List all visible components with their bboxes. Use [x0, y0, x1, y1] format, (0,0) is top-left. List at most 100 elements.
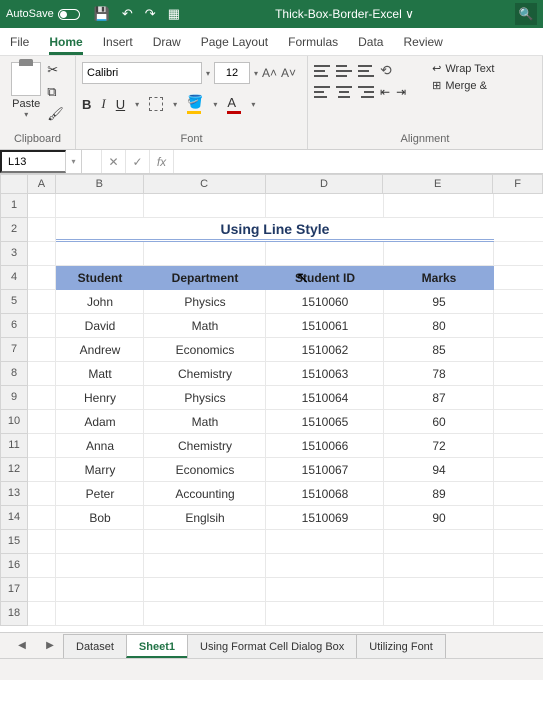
name-box[interactable] — [0, 150, 66, 173]
tab-formulas[interactable]: Formulas — [288, 31, 338, 55]
tab-review[interactable]: Review — [403, 31, 442, 55]
orientation-icon[interactable]: ⟲ — [380, 62, 392, 79]
tab-insert[interactable]: Insert — [103, 31, 133, 55]
cancel-formula-button[interactable]: ✕ — [102, 150, 126, 173]
align-right-icon[interactable] — [358, 86, 374, 98]
table-row[interactable]: BobEnglsih151006990 — [56, 506, 494, 530]
align-middle-icon[interactable] — [336, 65, 352, 77]
increase-indent-icon[interactable]: ⇥ — [396, 85, 406, 99]
chevron-down-icon[interactable]: ▾ — [206, 69, 210, 78]
sheet-tab-dataset[interactable]: Dataset — [63, 634, 127, 658]
align-bottom-icon[interactable] — [358, 65, 374, 77]
font-size-input[interactable] — [214, 62, 250, 84]
col-header-d[interactable]: D — [266, 174, 384, 194]
col-header-e[interactable]: E — [383, 174, 493, 194]
fx-button[interactable]: fx — [150, 150, 174, 173]
cells-area[interactable]: /* rows rendered below via template rows… — [28, 194, 543, 626]
increase-font-icon[interactable]: A˄ — [262, 66, 277, 80]
sheet-nav-next[interactable]: ▶ — [36, 634, 64, 658]
row-header[interactable]: 8 — [0, 362, 28, 386]
sheet-title[interactable]: Using Line Style — [56, 218, 494, 242]
row-header[interactable]: 9 — [0, 386, 28, 410]
row-header[interactable]: 10 — [0, 410, 28, 434]
col-header-b[interactable]: B — [56, 174, 144, 194]
decrease-indent-icon[interactable]: ⇤ — [380, 85, 390, 99]
format-painter-icon[interactable]: 🖌 — [47, 106, 64, 122]
sheet-nav-prev[interactable]: ◀ — [8, 634, 36, 658]
table-row[interactable]: PeterAccounting151006889 — [56, 482, 494, 506]
wrap-text-button[interactable]: ↩Wrap Text — [432, 62, 494, 75]
table-row[interactable]: DavidMath151006180 — [56, 314, 494, 338]
name-box-dropdown[interactable]: ▾ — [66, 150, 82, 173]
tab-page-layout[interactable]: Page Layout — [201, 31, 268, 55]
align-center-icon[interactable] — [336, 86, 352, 98]
sheet-tab-utilizing-font[interactable]: Utilizing Font — [356, 634, 446, 658]
borders-icon[interactable] — [149, 97, 163, 111]
cell-value: 1510066 — [266, 434, 384, 458]
tab-file[interactable]: File — [10, 31, 29, 55]
table-row[interactable]: HenryPhysics151006487 — [56, 386, 494, 410]
tab-data[interactable]: Data — [358, 31, 383, 55]
align-top-icon[interactable] — [314, 65, 330, 77]
paste-button[interactable]: Paste ▾ — [11, 62, 41, 119]
fill-color-icon[interactable]: 🪣 — [187, 94, 203, 114]
save-icon[interactable]: 💾 — [94, 6, 110, 22]
row-header[interactable]: 5 — [0, 290, 28, 314]
chevron-down-icon[interactable]: ▾ — [254, 69, 258, 78]
row-header[interactable]: 1 — [0, 194, 28, 218]
col-header-a[interactable]: A — [28, 174, 56, 194]
row-header[interactable]: 12 — [0, 458, 28, 482]
merge-button[interactable]: ⊞Merge & — [432, 79, 494, 92]
cut-icon[interactable]: ✂ — [47, 62, 64, 78]
row-header[interactable]: 6 — [0, 314, 28, 338]
table-row[interactable]: AdamMath151006560 — [56, 410, 494, 434]
align-left-icon[interactable] — [314, 86, 330, 98]
enter-formula-button[interactable]: ✓ — [126, 150, 150, 173]
font-name-input[interactable] — [82, 62, 202, 84]
row-header[interactable]: 7 — [0, 338, 28, 362]
table-row[interactable]: MattChemistry151006378 — [56, 362, 494, 386]
italic-button[interactable]: I — [101, 96, 105, 112]
tab-draw[interactable]: Draw — [153, 31, 181, 55]
chevron-down-icon[interactable]: ▾ — [251, 100, 255, 109]
autosave-toggle[interactable]: AutoSave — [6, 8, 80, 20]
bold-button[interactable]: B — [82, 97, 91, 112]
table-row[interactable]: AnnaChemistry151006672 — [56, 434, 494, 458]
row-header[interactable]: 17 — [0, 578, 28, 602]
formula-input[interactable] — [174, 150, 543, 173]
undo-icon[interactable]: ↶ — [122, 6, 133, 22]
chevron-down-icon[interactable]: ▾ — [213, 100, 217, 109]
cell-value: 1510062 — [266, 338, 384, 362]
row-header[interactable]: 14 — [0, 506, 28, 530]
row-header[interactable]: 16 — [0, 554, 28, 578]
row-header[interactable]: 3 — [0, 242, 28, 266]
chevron-down-icon[interactable]: ▾ — [173, 100, 177, 109]
underline-button[interactable]: U — [116, 97, 125, 112]
font-color-icon[interactable]: A — [227, 95, 241, 114]
decrease-font-icon[interactable]: A˅ — [281, 66, 296, 80]
file-name[interactable]: Thick-Box-Border-Excel ∨ — [180, 7, 509, 21]
copy-icon[interactable]: ⧉ — [47, 84, 64, 100]
sheet-tab-format-dialog[interactable]: Using Format Cell Dialog Box — [187, 634, 357, 658]
row-header[interactable]: 2 — [0, 218, 28, 242]
table-row[interactable]: AndrewEconomics151006285 — [56, 338, 494, 362]
row-header[interactable]: 11 — [0, 434, 28, 458]
row-header[interactable]: 18 — [0, 602, 28, 626]
redo-icon[interactable]: ↷ — [145, 6, 156, 22]
col-header-f[interactable]: F — [493, 174, 543, 194]
table-header-row[interactable]: Student Department Student ID Marks — [56, 266, 494, 290]
chevron-down-icon[interactable]: ▾ — [135, 100, 139, 109]
row-header[interactable]: 15 — [0, 530, 28, 554]
spreadsheet-grid[interactable]: A B C D E F 1 2 3 4 5 6 7 8 9 10 11 12 1… — [0, 174, 543, 632]
header-marks: Marks — [384, 266, 494, 290]
search-button[interactable]: 🔍 — [515, 3, 537, 25]
row-header[interactable]: 13 — [0, 482, 28, 506]
select-all-corner[interactable] — [0, 174, 28, 194]
col-header-c[interactable]: C — [144, 174, 266, 194]
table-row[interactable]: JohnPhysics151006095 — [56, 290, 494, 314]
autofilter-icon[interactable]: ▦ — [168, 6, 180, 22]
table-row[interactable]: MarryEconomics151006794 — [56, 458, 494, 482]
tab-home[interactable]: Home — [49, 31, 82, 55]
row-header[interactable]: 4 — [0, 266, 28, 290]
sheet-tab-sheet1[interactable]: Sheet1 — [126, 634, 188, 658]
